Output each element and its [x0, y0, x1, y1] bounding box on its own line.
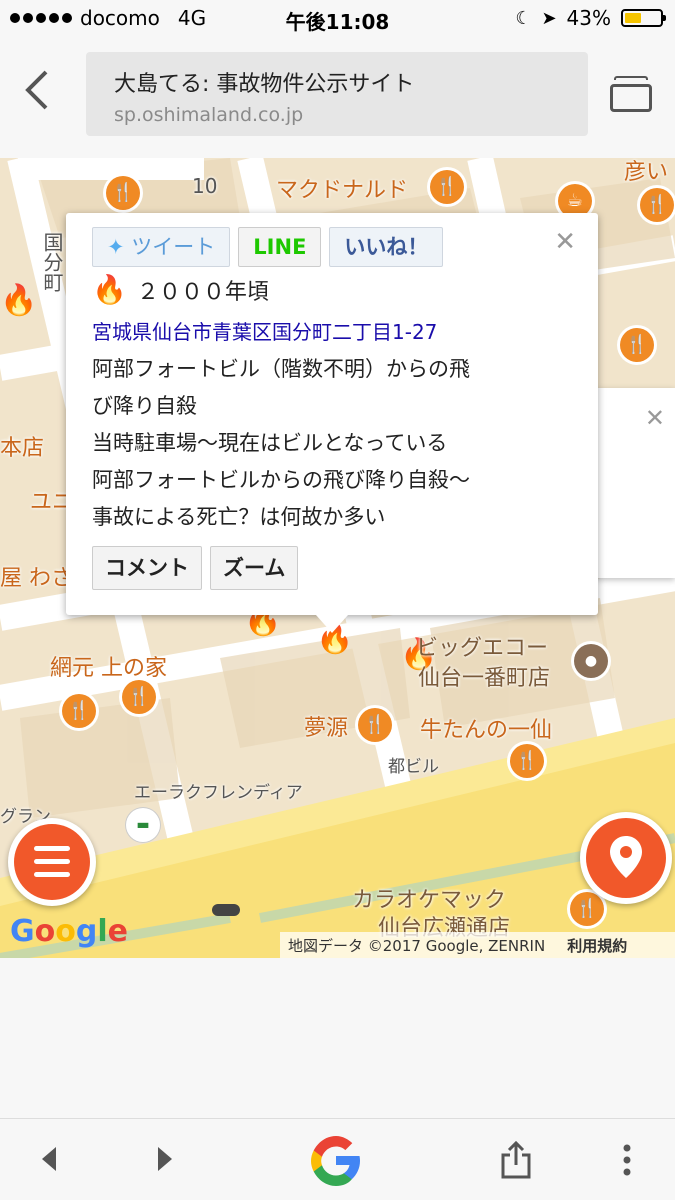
description-line: 阿部フォートビル（階数不明）からの飛	[92, 357, 470, 381]
close-icon[interactable]: ✕	[554, 227, 576, 257]
restaurant-icon[interactable]: 🍴	[358, 708, 392, 742]
restaurant-icon[interactable]: 🍴	[106, 176, 140, 210]
tabs-button[interactable]	[610, 76, 652, 112]
description-line: 阿部フォートビルからの飛び降り自殺～	[92, 468, 470, 492]
page-domain: sp.oshimaland.co.jp	[114, 104, 304, 126]
map-label-amimoto: 網元 上の家	[50, 656, 167, 681]
restaurant-icon[interactable]: 🍴	[62, 694, 96, 728]
map-label-eraku: エーラクフレンディア	[134, 783, 303, 803]
restaurant-icon[interactable]: 🍴	[620, 328, 654, 362]
vertical-dots-icon	[623, 1144, 631, 1176]
map-label-yawasa: 屋 わさ	[0, 566, 73, 591]
map-label-gyutan: 牛たんの一仙	[420, 718, 553, 743]
close-icon[interactable]: ✕	[645, 404, 665, 432]
line-share-button[interactable]: LINE	[238, 227, 322, 267]
description-line: び降り自殺	[92, 394, 197, 418]
forward-nav-button[interactable]	[154, 1145, 176, 1181]
description-line: 事故による死亡？は何故か多い	[92, 505, 386, 529]
terms-link[interactable]: 利用規約	[567, 935, 627, 956]
map-label-kokubun: 国分町	[40, 232, 64, 292]
restaurant-icon[interactable]: 🍴	[430, 170, 464, 204]
map-label-tsui: 彦い	[624, 160, 669, 185]
tabs-icon	[614, 76, 648, 80]
google-g-icon	[311, 1136, 360, 1186]
secondary-info-window: ✕	[596, 388, 675, 578]
convenience-store-icon[interactable]: ▬	[126, 808, 160, 842]
chevron-left-icon	[25, 70, 48, 110]
incident-year: ２０００年頃	[136, 279, 269, 305]
tweet-button[interactable]: ✦ ツイート	[92, 227, 231, 267]
map-label-mcdonalds: マクドナルド	[276, 178, 409, 203]
triangle-right-icon	[158, 1147, 172, 1171]
incident-description: 阿部フォートビル（階数不明）からの飛 び降り自殺 当時駐車場～現在はビルとなって…	[92, 351, 572, 536]
battery-icon	[621, 9, 666, 27]
back-nav-button[interactable]	[38, 1145, 60, 1181]
map-label-honten: 本店	[0, 436, 45, 461]
more-options-button[interactable]	[620, 1143, 634, 1185]
triangle-left-icon	[42, 1147, 56, 1171]
traffic-light-icon	[212, 904, 240, 916]
moon-icon: ☾	[515, 7, 532, 29]
tweet-label: ツイート	[131, 235, 216, 259]
battery-percent: 43%	[566, 6, 611, 30]
map-label-to-building: 都ビル	[388, 757, 439, 777]
page-title: 大島てる: 事故物件公示サイト	[114, 72, 415, 97]
location-arrow-icon: ➤	[541, 7, 557, 29]
bottom-toolbar	[0, 1118, 675, 1200]
map-attribution: 地図データ ©2017 Google, ZENRIN 利用規約	[280, 932, 675, 958]
menu-button[interactable]	[8, 818, 96, 906]
share-icon	[501, 1140, 531, 1179]
menu-icon	[14, 824, 90, 900]
incident-info-window: ✕ ✦ ツイート LINE いいね！ 🔥 ２０００年頃 宮城県仙台市青葉区国分町…	[66, 213, 598, 633]
map-label-mugen: 夢源	[304, 716, 349, 741]
incident-flame-icon[interactable]: 🔥	[0, 286, 37, 316]
map-label-bigecho-2: 仙台一番町店	[418, 666, 551, 691]
like-button[interactable]: いいね！	[329, 227, 444, 267]
back-button[interactable]	[22, 66, 62, 126]
share-button[interactable]	[500, 1140, 532, 1187]
map-label-bigecho-1: ビッグエコー	[416, 636, 549, 661]
flame-icon: 🔥	[92, 273, 127, 306]
restaurant-icon[interactable]: 🍴	[510, 744, 544, 778]
shop-icon[interactable]: ●	[574, 644, 608, 678]
status-bar: docomo 4G 午後11:08 ☾ ➤ 43%	[0, 0, 675, 38]
map-pin-icon	[610, 836, 642, 878]
location-button[interactable]	[580, 812, 672, 904]
restaurant-icon[interactable]: 🍴	[122, 680, 156, 714]
google-logo: Google	[10, 914, 129, 949]
incident-address[interactable]: 宮城県仙台市青葉区国分町二丁目1-27	[92, 316, 572, 345]
map-label-number: 10	[192, 174, 218, 198]
browser-toolbar: 大島てる: 事故物件公示サイト sp.oshimaland.co.jp	[0, 38, 675, 158]
address-bar[interactable]: 大島てる: 事故物件公示サイト sp.oshimaland.co.jp	[86, 52, 588, 136]
comment-button[interactable]: コメント	[92, 546, 202, 590]
description-line: 当時駐車場～現在はビルとなっている	[92, 431, 448, 455]
zoom-button[interactable]: ズーム	[210, 546, 299, 590]
restaurant-icon[interactable]: 🍴	[640, 188, 674, 222]
map-copyright: 地図データ ©2017 Google, ZENRIN	[288, 936, 546, 955]
google-search-button[interactable]	[306, 1131, 366, 1199]
twitter-bird-icon: ✦	[107, 235, 125, 259]
